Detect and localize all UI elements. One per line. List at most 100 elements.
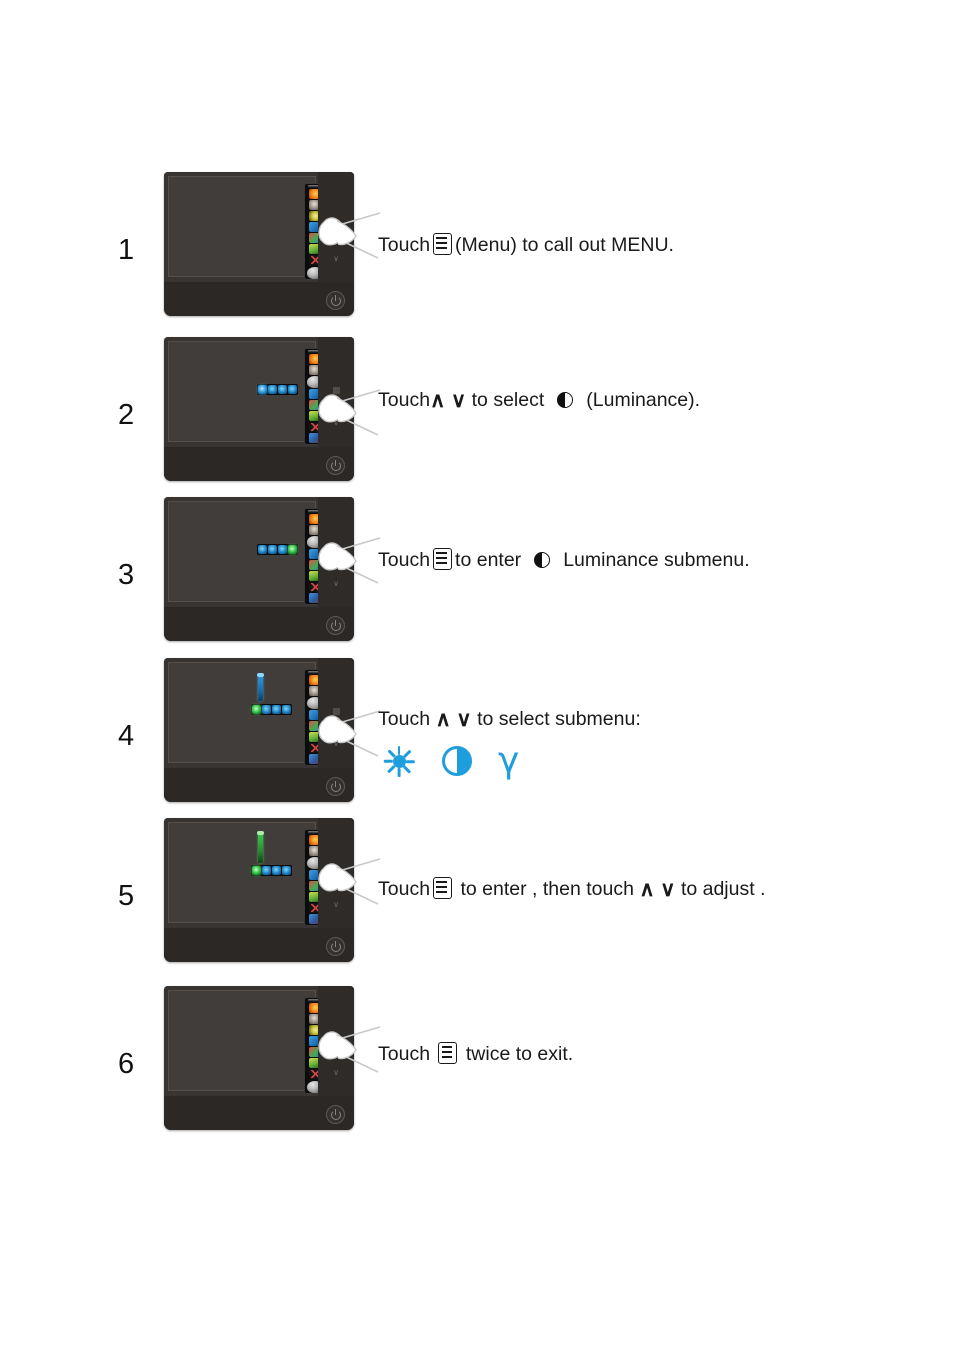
power-button[interactable] [326,456,345,475]
chevron-down-icon: ∨ [660,878,676,901]
slider-cap [257,673,264,677]
instruction-page: 1 ∧ ∨ Touch (Menu) to call out MENU. 2 ∨… [0,0,954,1350]
step-number: 2 [118,399,135,431]
power-icon [330,619,341,631]
power-button[interactable] [326,1105,345,1124]
monitor-panel [164,172,354,282]
step-5-text-end: to adjust . [680,878,766,900]
menu-icon [433,548,453,570]
step-6-text-after: twice to exit. [465,1043,574,1065]
bezel-menu-mark[interactable] [333,708,340,715]
bezel-up-mark[interactable]: ∧ [331,882,341,890]
step-2-text-middle: to select [471,389,545,411]
menu-icon [433,233,453,255]
chevron-down-icon: ∨ [450,389,467,412]
chevron-down-icon: ∨ [456,708,472,731]
step-2-text-before: Touch [378,389,431,411]
step-number: 1 [118,234,135,266]
monitor-panel [164,497,354,607]
step-2-instruction: Touch∧ ∨ to select (Luminance). [378,385,700,415]
monitor-bezel-right [318,986,354,1096]
chevron-up-icon: ∧ [430,389,446,412]
bezel-up-mark[interactable]: ∧ [331,561,341,569]
submenu-cell-gamma[interactable] [272,705,281,714]
chevron-up-icon: ∧ [639,878,655,901]
submenu-cell-eco-mode[interactable] [288,385,297,394]
bezel-up-mark[interactable]: ∧ [331,236,341,244]
submenu-cell-contrast[interactable] [268,385,277,394]
power-button[interactable] [326,937,345,956]
brightness-sun-icon [382,744,416,778]
step-1-text-before: Touch [378,234,431,256]
osd-submenu-bar [257,544,298,555]
monitor-illustration: ∧ ∨ [164,986,381,1130]
monitor-bezel-right [318,172,354,282]
bezel-up-mark[interactable]: ∧ [331,1050,341,1058]
monitor-screen [168,176,326,280]
step-number: 3 [118,559,135,591]
step-3-text-after: Luminance submenu. [563,549,750,571]
step-5-instruction: Touch to enter , then touch ∧ ∨ to adjus… [378,876,766,902]
slider-cap [257,831,264,835]
step-number: 4 [118,720,135,752]
monitor-screen [168,990,326,1094]
step-1-instruction: Touch (Menu) to call out MENU. [378,232,674,258]
power-button[interactable] [326,777,345,796]
bezel-down-mark[interactable]: ∨ [331,419,341,427]
power-icon [330,940,341,952]
menu-icon [433,877,453,899]
contrast-half-circle-icon [442,746,472,776]
osd-submenu-bar [251,865,292,876]
monitor-illustration: ∨ [164,658,381,802]
step-1-text-after: (Menu) to call out MENU. [455,234,674,256]
power-icon [330,1108,341,1120]
gamma-icon: γ [498,740,520,781]
monitor-panel [164,337,354,447]
submenu-cell-contrast[interactable] [268,545,277,554]
power-button[interactable] [326,616,345,635]
monitor-panel [164,658,354,768]
monitor-illustration: ∧ ∨ [164,172,381,316]
bezel-down-mark[interactable]: ∨ [331,740,341,748]
monitor-illustration: ∨ [164,337,381,481]
submenu-cell-brightness[interactable] [258,545,267,554]
submenu-cell-contrast[interactable] [262,705,271,714]
osd-submenu-bar [251,704,292,715]
submenu-cell-gamma[interactable] [278,385,287,394]
submenu-cell-contrast[interactable] [262,866,271,875]
bezel-down-mark[interactable]: ∨ [331,255,341,263]
power-button[interactable] [326,291,345,310]
power-icon [330,780,341,792]
bezel-down-mark[interactable]: ∨ [331,1069,341,1077]
submenu-cell-gamma[interactable] [272,866,281,875]
submenu-cell-eco-mode[interactable] [288,545,297,554]
bezel-down-mark[interactable]: ∨ [331,901,341,909]
monitor-screen [168,501,326,605]
step-4-submenu-icons: γ [378,740,641,781]
osd-value-slider[interactable] [257,831,264,863]
step-3-text-before: Touch [378,549,431,571]
bezel-menu-mark[interactable] [333,387,340,394]
submenu-cell-brightness[interactable] [258,385,267,394]
submenu-cell-eco-mode[interactable] [282,866,291,875]
osd-value-slider[interactable] [257,673,264,701]
monitor-bezel-right [318,497,354,607]
step-4-text-after: to select submenu: [477,708,641,730]
step-3-text-middle: to enter [455,549,522,571]
submenu-cell-brightness[interactable] [252,866,261,875]
step-2-text-after: (Luminance). [586,389,701,411]
luminance-sun-icon [548,385,582,415]
step-4-instruction: Touch ∧ ∨ to select submenu: γ [378,706,641,781]
monitor-panel [164,818,354,928]
step-number: 5 [118,880,135,912]
submenu-cell-eco-mode[interactable] [282,705,291,714]
submenu-cell-brightness[interactable] [252,705,261,714]
power-icon [330,459,341,471]
monitor-screen [168,822,326,926]
monitor-screen [168,341,326,445]
step-5-text-after: to enter , then touch [460,878,634,900]
luminance-sun-icon [525,545,559,575]
submenu-cell-gamma[interactable] [278,545,287,554]
monitor-bezel-right [318,818,354,928]
bezel-down-mark[interactable]: ∨ [331,580,341,588]
